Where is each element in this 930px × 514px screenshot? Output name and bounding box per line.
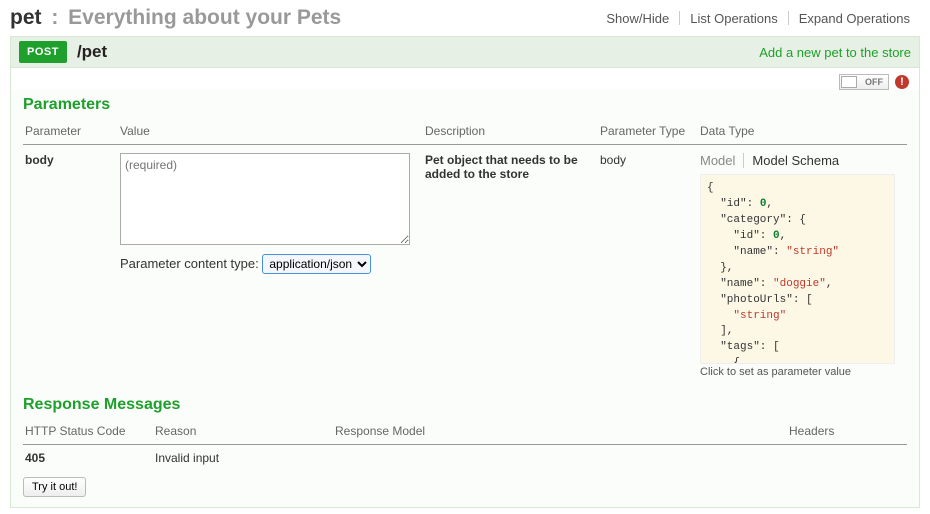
response-messages-heading: Response Messages: [23, 396, 907, 414]
col-headers: Headers: [787, 420, 907, 445]
alert-icon[interactable]: !: [895, 75, 909, 89]
operation-links: Show/Hide List Operations Expand Operati…: [596, 11, 920, 26]
separator: :: [42, 6, 69, 29]
table-row: 405 Invalid input: [23, 445, 907, 472]
content-type-select[interactable]: application/json: [262, 254, 371, 274]
param-value-input[interactable]: [120, 153, 410, 245]
col-parameter: Parameter: [23, 120, 118, 145]
parameters-heading: Parameters: [23, 96, 907, 114]
col-response-model: Response Model: [333, 420, 787, 445]
col-value: Value: [118, 120, 423, 145]
show-hide-link[interactable]: Show/Hide: [596, 11, 679, 26]
toggle-label: OFF: [865, 77, 883, 87]
operation-header[interactable]: POST /pet Add a new pet to the store: [11, 37, 919, 68]
api-title[interactable]: pet : Everything about your Pets: [10, 6, 341, 30]
col-data-type: Data Type: [698, 120, 907, 145]
status-code: 405: [23, 445, 153, 472]
model-schema-box[interactable]: { "id": 0, "category": { "id": 0, "name"…: [700, 174, 895, 364]
status-reason: Invalid input: [153, 445, 333, 472]
expand-operations-link[interactable]: Expand Operations: [789, 11, 920, 26]
operation-summary: Add a new pet to the store: [759, 45, 911, 60]
col-parameter-type: Parameter Type: [598, 120, 698, 145]
api-description: Everything about your Pets: [68, 6, 341, 29]
param-description: Pet object that needs to be added to the…: [423, 145, 598, 383]
try-it-out-button[interactable]: Try it out!: [23, 477, 86, 497]
param-name: body: [23, 145, 118, 383]
tab-model-schema[interactable]: Model Schema: [743, 153, 847, 168]
off-toggle[interactable]: OFF: [839, 74, 889, 90]
col-reason: Reason: [153, 420, 333, 445]
toggle-knob: [841, 76, 857, 88]
tab-model[interactable]: Model: [700, 153, 743, 168]
operation-path: /pet: [77, 42, 759, 62]
col-status-code: HTTP Status Code: [23, 420, 153, 445]
schema-hint: Click to set as parameter value: [700, 366, 901, 378]
list-operations-link[interactable]: List Operations: [680, 11, 787, 26]
col-description: Description: [423, 120, 598, 145]
param-type: body: [598, 145, 698, 383]
table-row: body Parameter content type: application…: [23, 145, 907, 383]
http-method-badge: POST: [19, 41, 67, 63]
parameters-table: Parameter Value Description Parameter Ty…: [23, 120, 907, 382]
operation-panel: POST /pet Add a new pet to the store OFF…: [10, 36, 920, 508]
response-messages-table: HTTP Status Code Reason Response Model H…: [23, 420, 907, 471]
api-name: pet: [10, 6, 42, 29]
content-type-label: Parameter content type:: [120, 256, 259, 271]
